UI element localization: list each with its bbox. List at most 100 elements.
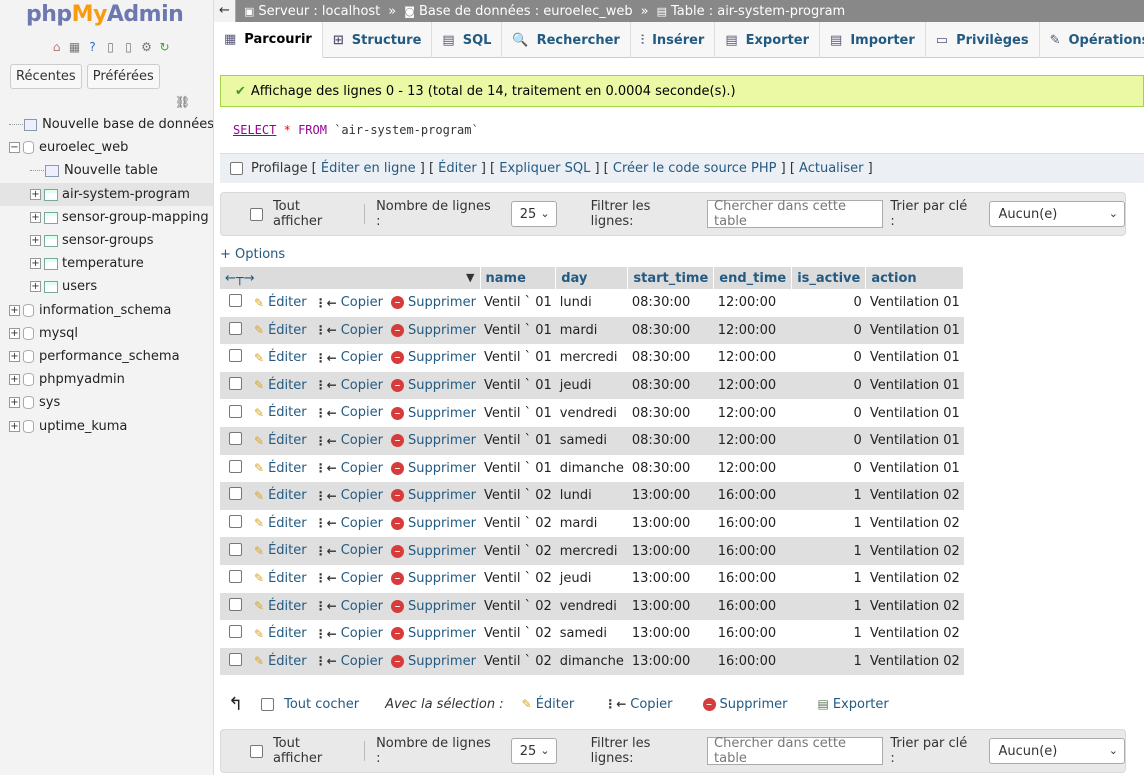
cell-name[interactable]: Ventil ` 02 <box>480 620 556 648</box>
cell-action[interactable]: Ventilation 02 <box>865 592 964 621</box>
cell-is-active[interactable]: 1 <box>791 509 866 538</box>
tab-export[interactable]: ▤ Exporter <box>715 22 821 58</box>
row-checkbox[interactable] <box>229 377 242 391</box>
cell-end-time[interactable]: 12:00:00 <box>713 344 792 372</box>
column-header-day[interactable]: day <box>555 267 629 289</box>
cell-day[interactable]: vendredi <box>555 592 628 621</box>
options-link[interactable]: + Options <box>220 247 285 262</box>
show-all-checkbox[interactable] <box>250 207 263 221</box>
cell-end-time[interactable]: 12:00:00 <box>713 454 792 483</box>
column-header-is-active[interactable]: is_active <box>791 267 867 289</box>
cell-action[interactable]: Ventilation 01 <box>865 371 964 400</box>
column-header-end-time[interactable]: end_time <box>713 267 793 289</box>
docs-icon[interactable]: ▯ <box>103 39 118 54</box>
rows-select[interactable]: 25 ⌄ <box>510 201 557 227</box>
cell-start-time[interactable]: 08:30:00 <box>627 399 714 427</box>
profiling-link[interactable]: Éditer en ligne <box>321 161 416 176</box>
filter-input[interactable]: Chercher dans cette table <box>707 199 884 229</box>
edit-button[interactable]: ✎ Éditer <box>254 516 307 531</box>
delete-button[interactable]: – Supprimer <box>390 461 476 476</box>
row-checkbox[interactable] <box>229 597 242 611</box>
cell-action[interactable]: Ventilation 02 <box>865 620 964 648</box>
tree-item-euroelec-web[interactable]: − euroelec_web <box>0 136 213 159</box>
cell-action[interactable]: Ventilation 02 <box>865 509 964 538</box>
edit-button[interactable]: ✎ Éditer <box>254 295 307 310</box>
cell-day[interactable]: dimanche <box>555 647 628 676</box>
cell-is-active[interactable]: 1 <box>791 564 866 593</box>
copy-button[interactable]: ⋮← Copier <box>315 405 383 420</box>
cell-name[interactable]: Ventil ` 01 <box>480 289 556 317</box>
cell-action[interactable]: Ventilation 02 <box>865 564 964 593</box>
cell-action[interactable]: Ventilation 01 <box>865 454 964 483</box>
edit-button[interactable]: ✎ Éditer <box>254 654 307 669</box>
cell-action[interactable]: Ventilation 01 <box>865 316 964 345</box>
tree-item-temperature[interactable]: + temperature <box>0 252 213 275</box>
cell-end-time[interactable]: 16:00:00 <box>713 509 792 538</box>
tree-item-air-system-program[interactable]: + air-system-program <box>0 183 213 206</box>
cell-is-active[interactable]: 0 <box>791 454 866 483</box>
cell-is-active[interactable]: 0 <box>791 344 866 372</box>
cell-day[interactable]: jeudi <box>555 371 628 400</box>
cell-is-active[interactable]: 1 <box>791 482 866 510</box>
delete-button[interactable]: – Supprimer <box>390 599 476 614</box>
copy-button[interactable]: ⋮← Copier <box>315 433 383 448</box>
cell-name[interactable]: Ventil ` 02 <box>480 592 556 621</box>
delete-button[interactable]: – Supprimer <box>390 295 476 310</box>
tree-item-sys[interactable]: + sys <box>0 391 213 414</box>
cell-is-active[interactable]: 1 <box>791 592 866 621</box>
cell-action[interactable]: Ventilation 02 <box>865 537 964 565</box>
breadcrumb-server[interactable]: ▣ Serveur : localhost <box>244 4 380 19</box>
copy-button[interactable]: ⋮← Copier <box>315 654 383 669</box>
bulk-export-button[interactable]: ▤ Exporter <box>818 697 889 712</box>
recent-button[interactable]: Récentes <box>10 64 82 89</box>
edit-button[interactable]: ✎ Éditer <box>254 599 307 614</box>
copy-button[interactable]: ⋮← Copier <box>315 571 383 586</box>
tree-item-nouvelle-table[interactable]: Nouvelle table <box>0 159 213 182</box>
row-checkbox[interactable] <box>229 570 242 584</box>
copy-button[interactable]: ⋮← Copier <box>315 516 383 531</box>
home-icon[interactable]: ⌂ <box>49 39 64 54</box>
row-checkbox[interactable] <box>229 321 242 335</box>
tree-item-sensor-group-mapping[interactable]: + sensor-group-mapping <box>0 206 213 229</box>
copy-button[interactable]: ⋮← Copier <box>315 543 383 558</box>
copy-button[interactable]: ⋮← Copier <box>315 461 383 476</box>
expand-icon[interactable]: + <box>30 189 41 200</box>
copy-button[interactable]: ⋮← Copier <box>315 295 383 310</box>
cell-action[interactable]: Ventilation 01 <box>865 344 964 372</box>
bulk-edit-button[interactable]: ✎ Éditer <box>522 697 575 712</box>
cell-name[interactable]: Ventil ` 02 <box>480 647 556 676</box>
delete-button[interactable]: – Supprimer <box>390 516 476 531</box>
cell-action[interactable]: Ventilation 01 <box>865 289 964 317</box>
row-checkbox[interactable] <box>229 432 242 446</box>
cell-end-time[interactable]: 16:00:00 <box>713 592 792 621</box>
delete-button[interactable]: – Supprimer <box>390 406 476 421</box>
tab-sql[interactable]: ▤ SQL <box>432 22 503 58</box>
expand-icon[interactable]: + <box>9 374 20 385</box>
cell-is-active[interactable]: 1 <box>791 620 866 648</box>
cell-start-time[interactable]: 08:30:00 <box>627 316 714 345</box>
edit-button[interactable]: ✎ Éditer <box>254 323 307 338</box>
cell-name[interactable]: Ventil ` 02 <box>480 509 556 538</box>
expand-icon[interactable]: + <box>30 258 41 269</box>
expand-icon[interactable]: + <box>9 421 20 432</box>
copy-button[interactable]: ⋮← Copier <box>315 599 383 614</box>
cell-day[interactable]: samedi <box>555 426 628 455</box>
cell-name[interactable]: Ventil ` 01 <box>480 426 556 455</box>
row-checkbox[interactable] <box>229 487 242 501</box>
row-checkbox[interactable] <box>229 625 242 639</box>
cell-start-time[interactable]: 08:30:00 <box>627 454 714 483</box>
expand-icon[interactable]: + <box>9 305 20 316</box>
cell-name[interactable]: Ventil ` 01 <box>480 454 556 483</box>
delete-button[interactable]: – Supprimer <box>390 626 476 641</box>
cell-name[interactable]: Ventil ` 02 <box>480 482 556 510</box>
cell-end-time[interactable]: 16:00:00 <box>713 564 792 593</box>
expand-icon[interactable]: + <box>9 328 20 339</box>
link-with-main-icon[interactable]: ⛓ <box>175 95 190 109</box>
delete-button[interactable]: – Supprimer <box>390 571 476 586</box>
column-resize-icon[interactable]: ←┬→ <box>225 271 255 286</box>
delete-button[interactable]: – Supprimer <box>390 654 476 669</box>
cell-is-active[interactable]: 1 <box>791 537 866 565</box>
gear-icon[interactable]: ⚙ <box>139 39 154 54</box>
edit-button[interactable]: ✎ Éditer <box>254 378 307 393</box>
edit-button[interactable]: ✎ Éditer <box>254 488 307 503</box>
